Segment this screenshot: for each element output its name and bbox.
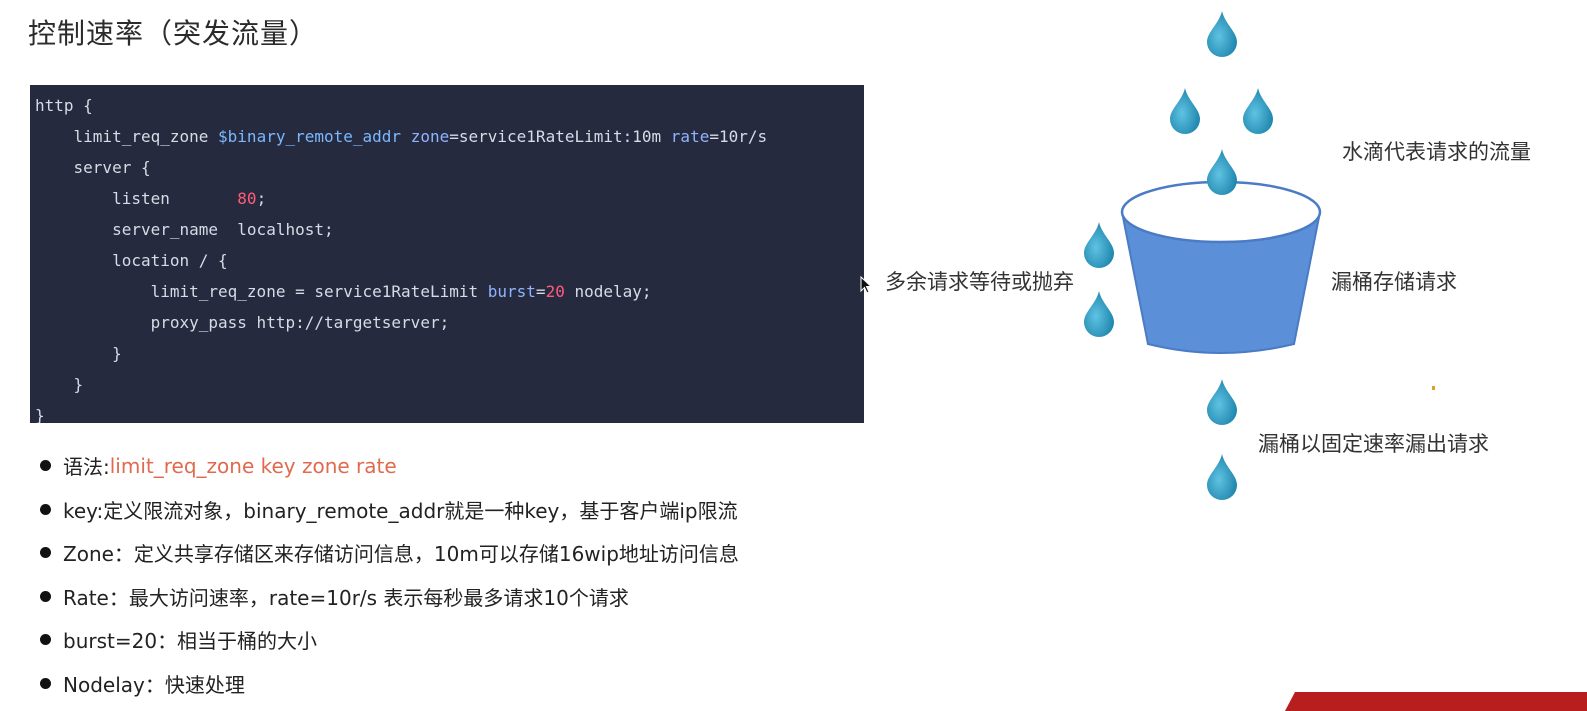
list-item: Nodelay：快速处理 [40, 662, 739, 706]
code-token: } [35, 344, 122, 363]
water-drop-icon [1170, 88, 1200, 134]
water-drop-icon [1084, 222, 1114, 268]
list-item-text: key:定义限流对象，binary_remote_addr就是一种key，基于客… [63, 498, 738, 523]
code-token: location / { [35, 251, 228, 270]
water-drop-icon [1084, 291, 1114, 337]
code-line: } [35, 369, 864, 400]
nginx-config-code-block: http { limit_req_zone $binary_remote_add… [30, 85, 864, 423]
water-drop-icon [1207, 454, 1237, 500]
water-drop-icon [1207, 149, 1237, 195]
code-token: limit_req_zone [35, 127, 219, 146]
explanation-list: 语法: limit_req_zone key zone rate key:定义限… [40, 444, 739, 705]
mouse-cursor-icon [860, 276, 872, 294]
code-line: limit_req_zone $binary_remote_addr zone=… [35, 121, 864, 152]
code-line: http { [35, 90, 864, 121]
code-line: server { [35, 152, 864, 183]
bullet-icon [40, 634, 51, 646]
leaky-bucket-shape [1120, 180, 1322, 354]
label-overflow: 多余请求等待或抛弃 [885, 270, 1074, 294]
code-token: ; [256, 189, 267, 208]
code-token: rate [670, 127, 710, 146]
code-line: } [35, 400, 864, 423]
water-drop-icon [1243, 88, 1273, 134]
list-item-text: Rate：最大访问速率，rate=10r/s 表示每秒最多请求10个请求 [63, 585, 629, 610]
code-token: proxy_pass http://targetserver; [35, 313, 450, 332]
list-item-text: burst=20：相当于桶的大小 [63, 629, 318, 654]
bullet-icon [40, 460, 51, 472]
list-item-text: Nodelay：快速处理 [63, 672, 245, 697]
list-item-syntax: 语法: limit_req_zone key zone rate [40, 444, 739, 488]
corner-banner-decoration [1285, 692, 1587, 711]
code-token: zone [410, 127, 450, 146]
code-token: $binary_remote_addr [218, 127, 402, 146]
code-token: listen [35, 189, 238, 208]
code-token: http { [35, 96, 93, 115]
code-line: proxy_pass http://targetserver; [35, 307, 864, 338]
list-item-text: Zone：定义共享存储区来存储访问信息，10m可以存储16wip地址访问信息 [63, 542, 739, 567]
slide-title: 控制速率（突发流量） [28, 17, 319, 50]
code-line: location / { [35, 245, 864, 276]
list-item: key:定义限流对象，binary_remote_addr就是一种key，基于客… [40, 488, 739, 532]
code-line: server_name localhost; [35, 214, 864, 245]
code-token: nodelay; [564, 282, 652, 301]
bullet-icon [40, 503, 51, 515]
code-token: limit_req_zone = service1RateLimit [35, 282, 488, 301]
bullet-icon [40, 547, 51, 559]
water-drop-icon [1207, 11, 1237, 57]
code-token: server { [35, 158, 151, 177]
list-item: Rate：最大访问速率，rate=10r/s 表示每秒最多请求10个请求 [40, 575, 739, 619]
code-token: 20 [545, 282, 565, 301]
bullet-icon [40, 677, 51, 689]
label-water-drops: 水滴代表请求的流量 [1342, 140, 1531, 164]
syntax-value: limit_req_zone key zone rate [109, 453, 397, 478]
code-token: burst [487, 282, 536, 301]
code-token: =10r/s [709, 127, 768, 146]
code-token: = [535, 282, 546, 301]
list-item: Zone：定义共享存储区来存储访问信息，10m可以存储16wip地址访问信息 [40, 531, 739, 575]
bullet-icon [40, 590, 51, 602]
label-bucket: 漏桶存储请求 [1331, 270, 1457, 294]
code-token: =service1RateLimit:10m [449, 127, 671, 146]
code-token: } [35, 406, 45, 423]
water-drop-icon [1207, 379, 1237, 425]
code-token: server_name localhost; [35, 220, 334, 239]
code-line: } [35, 338, 864, 369]
code-token: } [35, 375, 84, 394]
list-item: burst=20：相当于桶的大小 [40, 618, 739, 662]
code-line: limit_req_zone = service1RateLimit burst… [35, 276, 864, 307]
code-token: 80 [237, 189, 257, 208]
stray-mark [1432, 386, 1435, 390]
code-line: listen 80; [35, 183, 864, 214]
syntax-label: 语法: [63, 455, 110, 480]
code-lines: http { limit_req_zone $binary_remote_add… [35, 90, 864, 423]
label-leak-rate: 漏桶以固定速率漏出请求 [1258, 432, 1489, 456]
